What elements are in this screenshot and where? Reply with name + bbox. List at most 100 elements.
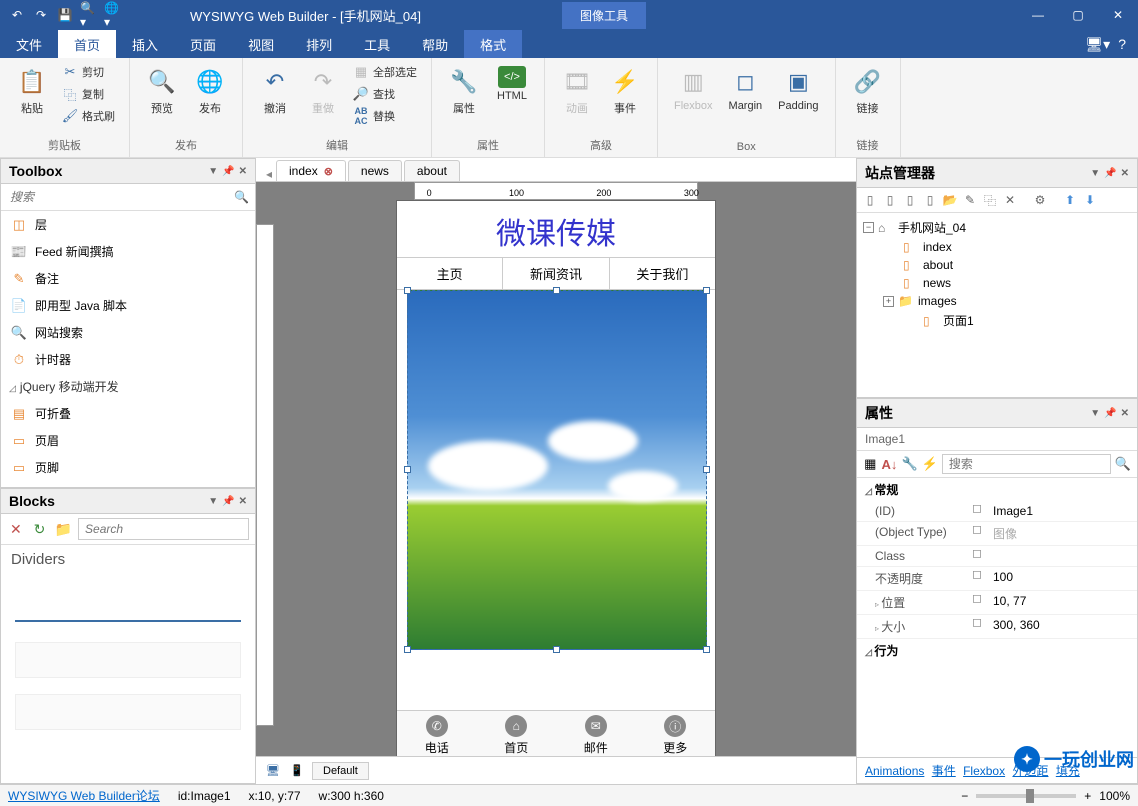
arrow-up-icon[interactable]: ⬆ [1061, 191, 1079, 209]
close-panel-icon[interactable]: ✕ [239, 496, 247, 507]
toolbox-item-note[interactable]: ✎备注 [1, 265, 255, 292]
search-icon[interactable]: 🔍 [234, 190, 249, 204]
paste-button[interactable]: 📋 粘贴 [10, 62, 54, 120]
toolbox-item-javascript[interactable]: 📄即用型 Java 脚本 [1, 292, 255, 319]
tree-folder-images[interactable]: +📁images [863, 292, 1131, 310]
link-flexbox[interactable]: Flexbox [963, 764, 1005, 778]
toolbox-item-feed[interactable]: 📰Feed 新闻撰搞 [1, 238, 255, 265]
close-panel-icon[interactable]: ✕ [239, 166, 247, 177]
category-behavior[interactable]: 行为 [857, 639, 1137, 662]
close-tab-icon[interactable]: ⊗ [324, 165, 333, 178]
folder-open-icon[interactable]: 📂 [941, 191, 959, 209]
resize-handle-n[interactable] [553, 287, 560, 294]
tab-scroll-left[interactable]: ◂ [266, 167, 276, 181]
page-icon[interactable]: ▯ [861, 191, 879, 209]
resize-handle-e[interactable] [703, 466, 710, 473]
nav-news[interactable]: 新闻资讯 [503, 258, 609, 289]
resize-handle-s[interactable] [553, 646, 560, 653]
settings-icon[interactable]: ⚙ [1031, 191, 1049, 209]
tab-help[interactable]: 帮助 [406, 30, 464, 58]
properties-button[interactable]: 🔧属性 [442, 62, 486, 120]
flexbox-button[interactable]: ▥Flexbox [668, 62, 719, 116]
dropdown-icon[interactable]: ▼ [1090, 168, 1100, 179]
tab-file[interactable]: 文件 [0, 30, 58, 58]
mobile-view-icon[interactable]: 📱 [288, 762, 306, 780]
toolbox-search-input[interactable] [7, 187, 230, 207]
copy-icon[interactable]: ⿻ [981, 191, 999, 209]
tree-page-news[interactable]: ▯news [863, 274, 1131, 292]
find-button[interactable]: 🔎查找 [349, 84, 421, 104]
padding-button[interactable]: ▣Padding [772, 62, 824, 116]
close-panel-icon[interactable]: ✕ [1121, 168, 1129, 179]
undo-button[interactable]: ↶撤消 [253, 62, 297, 120]
redo-icon[interactable]: ↷ [32, 6, 50, 24]
footer-phone[interactable]: ✆电话 [397, 711, 477, 756]
links-button[interactable]: 🔗链接 [846, 62, 890, 120]
globe-dropdown-icon[interactable]: 🌐▾ [104, 6, 122, 24]
desktop-view-icon[interactable]: 🖥 [264, 762, 282, 780]
toolbox-item-timer[interactable]: ⏱计时器 [1, 346, 255, 373]
margin-button[interactable]: ◻Margin [723, 62, 769, 116]
save-icon[interactable]: 💾 [56, 6, 74, 24]
tab-arrange[interactable]: 排列 [290, 30, 348, 58]
page-icon[interactable]: ▯ [901, 191, 919, 209]
preview-dropdown-icon[interactable]: 🔍▾ [80, 6, 98, 24]
copy-button[interactable]: ⿻复制 [58, 84, 119, 104]
doctab-about[interactable]: about [404, 160, 460, 181]
help-icon[interactable]: ? [1118, 36, 1126, 52]
resize-handle-nw[interactable] [404, 287, 411, 294]
doctab-index[interactable]: index⊗ [276, 160, 346, 181]
tab-home[interactable]: 首页 [58, 30, 116, 58]
footer-home[interactable]: ⌂首页 [477, 711, 557, 756]
resize-handle-w[interactable] [404, 466, 411, 473]
preview-button[interactable]: 🔍预览 [140, 62, 184, 120]
undo-icon[interactable]: ↶ [8, 6, 26, 24]
format-painter-button[interactable]: 🖌格式刷 [58, 106, 119, 126]
toolbox-item-sitesearch[interactable]: 🔍网站搜索 [1, 319, 255, 346]
page-icon[interactable]: ▯ [921, 191, 939, 209]
page-icon[interactable]: ▯ [881, 191, 899, 209]
divider-preview-1[interactable] [15, 586, 241, 622]
cut-button[interactable]: ✂剪切 [58, 62, 119, 82]
folder-icon[interactable]: 📁 [54, 520, 72, 538]
blocks-search-input[interactable] [78, 518, 249, 540]
close-button[interactable]: ✕ [1098, 0, 1138, 30]
tab-tools[interactable]: 工具 [348, 30, 406, 58]
publish-button[interactable]: 🌐发布 [188, 62, 232, 120]
toolbox-category-jquery[interactable]: jQuery 移动端开发 [1, 373, 255, 400]
toolbox-item-footer[interactable]: ▭页脚 [1, 454, 255, 481]
tree-page-index[interactable]: ▯index [863, 238, 1131, 256]
dropdown-icon[interactable]: ▼ [208, 496, 218, 507]
display-icon[interactable]: 🖥▾ [1085, 36, 1110, 53]
replace-button[interactable]: ABAC替换 [349, 106, 421, 126]
tab-format[interactable]: 格式 [464, 30, 522, 58]
edit-icon[interactable]: ✎ [961, 191, 979, 209]
footer-mail[interactable]: ✉邮件 [556, 711, 636, 756]
arrow-down-icon[interactable]: ⬇ [1081, 191, 1099, 209]
default-breakpoint-button[interactable]: Default [312, 762, 369, 780]
prop-row-opacity[interactable]: 不透明度◻100 [857, 567, 1137, 591]
nav-about[interactable]: 关于我们 [610, 258, 715, 289]
footer-more[interactable]: ⓘ更多 [636, 711, 716, 756]
maximize-button[interactable]: ▢ [1058, 0, 1098, 30]
tree-root[interactable]: −⌂手机网站_04 [863, 217, 1131, 238]
delete-icon[interactable]: ✕ [7, 520, 25, 538]
pin-icon[interactable]: 📌 [1104, 168, 1116, 179]
wrench-icon[interactable]: 🔧 [901, 454, 917, 474]
dropdown-icon[interactable]: ▼ [208, 166, 218, 177]
redo-button[interactable]: ↷重做 [301, 62, 345, 120]
image-element-selected[interactable] [407, 290, 707, 650]
toolbox-item-header[interactable]: ▭页眉 [1, 427, 255, 454]
category-general[interactable]: 常规 [857, 478, 1137, 501]
doctab-news[interactable]: news [348, 160, 402, 181]
animation-button[interactable]: 🎞动画 [555, 62, 599, 120]
close-panel-icon[interactable]: ✕ [1121, 408, 1129, 419]
tab-insert[interactable]: 插入 [116, 30, 174, 58]
resize-handle-se[interactable] [703, 646, 710, 653]
categorized-icon[interactable]: ▦ [863, 454, 878, 474]
events-icon[interactable]: ⚡ [922, 454, 938, 474]
resize-handle-sw[interactable] [404, 646, 411, 653]
tree-page-page1[interactable]: ▯页面1 [863, 310, 1131, 331]
select-all-button[interactable]: ▦全部选定 [349, 62, 421, 82]
html-button[interactable]: </>HTML [490, 62, 534, 106]
